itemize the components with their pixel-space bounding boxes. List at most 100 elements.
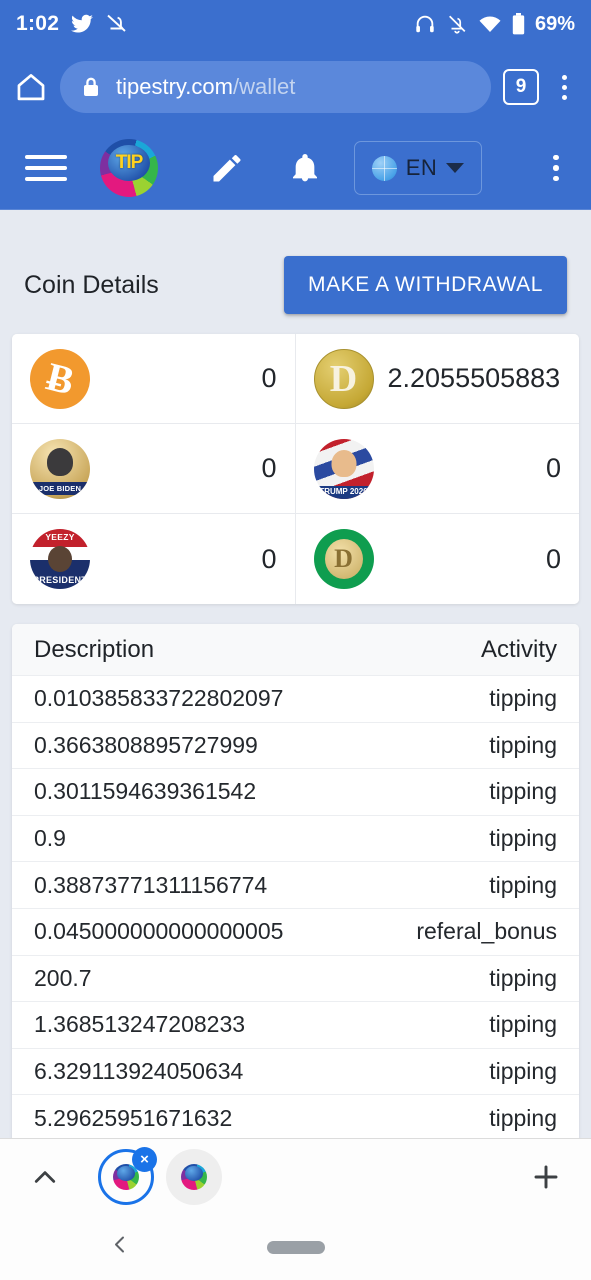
- row-description: 0.9: [34, 825, 66, 852]
- table-row[interactable]: 5.29625951671632 tipping: [12, 1095, 579, 1138]
- coin-card-joe-biden[interactable]: JOE BIDEN 0: [12, 424, 296, 514]
- coin-card-dogecoin[interactable]: D 2.2055505883188: [295, 334, 579, 424]
- yeezy-label-bottom: PRESIDENT: [32, 575, 88, 585]
- twitter-icon: [70, 12, 94, 36]
- status-time: 1:02: [16, 12, 60, 35]
- url-domain: tipestry.com: [116, 74, 233, 99]
- hamburger-icon[interactable]: [18, 155, 74, 181]
- table-row[interactable]: 0.38873771311156774 tipping: [12, 862, 579, 909]
- row-activity: tipping: [489, 1011, 557, 1038]
- row-activity: referal_bonus: [416, 918, 557, 945]
- table-row[interactable]: 0.045000000000000005 referal_bonus: [12, 909, 579, 956]
- language-label: EN: [405, 155, 438, 180]
- app-overflow-menu[interactable]: [539, 154, 573, 182]
- table-row[interactable]: 0.3011594639361542 tipping: [12, 769, 579, 816]
- bell-icon[interactable]: [274, 152, 336, 184]
- browser-tab-strip: ×: [0, 1138, 591, 1214]
- table-row[interactable]: 200.7 tipping: [12, 956, 579, 1003]
- bitcoin-icon: Ƀ: [30, 348, 90, 409]
- dogecoin-glyph: D: [329, 357, 358, 400]
- coin-details-header: Coin Details MAKE A WITHDRAWAL: [0, 210, 591, 334]
- yeezy-portrait: [48, 546, 72, 572]
- row-description: 0.3011594639361542: [34, 778, 257, 805]
- coin-card-yeezy[interactable]: YEEZY PRESIDENT 0: [12, 514, 296, 604]
- row-description: 0.045000000000000005: [34, 918, 284, 945]
- dogecoin-balance: 2.2055505883188: [387, 363, 562, 393]
- row-description: 200.7: [34, 964, 92, 991]
- tab-thumbnail-active[interactable]: ×: [98, 1146, 157, 1205]
- biden-label: JOE BIDEN: [30, 481, 90, 495]
- row-description: 6.329113924050634: [34, 1058, 244, 1085]
- yeezy-label-top: YEEZY: [45, 532, 75, 542]
- home-icon[interactable]: [14, 70, 48, 104]
- row-activity: tipping: [489, 778, 557, 805]
- row-description: 0.38873771311156774: [34, 871, 268, 898]
- yeezy-president-coin-icon: YEEZY PRESIDENT: [30, 529, 90, 589]
- row-description: 1.368513247208233: [34, 1011, 246, 1038]
- url-path: /wallet: [232, 74, 296, 99]
- row-activity: tipping: [489, 1058, 557, 1085]
- plus-icon[interactable]: [523, 1161, 569, 1193]
- row-activity: tipping: [489, 731, 557, 758]
- battery-icon: [512, 13, 525, 35]
- status-bar-right: 69%: [414, 13, 575, 36]
- browser-toolbar: tipestry.com/wallet 9: [0, 48, 591, 126]
- column-header-description: Description: [34, 635, 155, 663]
- phone-screen: 1:02 69% tipestry.com/wallet 9 TIP EN Co…: [0, 0, 591, 1280]
- wifi-icon: [478, 14, 502, 34]
- dogecoin-icon: D: [313, 348, 374, 409]
- home-pill-icon[interactable]: [266, 1240, 325, 1254]
- coin-card-bitcoin[interactable]: Ƀ 0: [12, 334, 296, 424]
- bell-off-icon: [446, 13, 468, 35]
- back-chevron-icon[interactable]: [108, 1233, 132, 1262]
- status-bar: 1:02 69%: [0, 0, 591, 48]
- green-doge-inner: D: [324, 539, 363, 579]
- table-row[interactable]: 0.3663808895727999 tipping: [12, 723, 579, 770]
- table-header-row: Description Activity: [12, 624, 579, 676]
- row-activity: tipping: [489, 871, 557, 898]
- headphones-icon: [414, 13, 436, 35]
- language-selector[interactable]: EN: [354, 141, 482, 195]
- chevron-up-icon[interactable]: [22, 1162, 68, 1192]
- coin-card-green-doge[interactable]: D 0: [295, 514, 579, 604]
- chevron-down-icon: [446, 163, 465, 173]
- trump-label: TRUMP 2020: [313, 486, 374, 499]
- row-description: 0.010385833722802097: [34, 685, 284, 712]
- row-activity: tipping: [489, 964, 557, 991]
- pencil-icon[interactable]: [196, 150, 258, 186]
- trump-2020-coin-icon: TRUMP 2020: [313, 438, 374, 499]
- browser-menu-button[interactable]: [551, 74, 577, 100]
- table-row[interactable]: 0.9 tipping: [12, 816, 579, 863]
- tab-counter-button[interactable]: 9: [503, 69, 539, 105]
- logo-text: TIP: [115, 152, 144, 173]
- joe-biden-coin-icon: JOE BIDEN: [30, 438, 90, 499]
- table-row[interactable]: 6.329113924050634 tipping: [12, 1049, 579, 1096]
- joe-biden-balance: 0: [261, 453, 277, 483]
- url-bar[interactable]: tipestry.com/wallet: [60, 61, 491, 113]
- coin-card-trump[interactable]: TRUMP 2020 0: [295, 424, 579, 514]
- green-doge-glyph: D: [334, 544, 353, 573]
- make-withdrawal-button[interactable]: MAKE A WITHDRAWAL: [283, 256, 567, 314]
- trump-portrait: [331, 449, 356, 477]
- close-icon[interactable]: ×: [132, 1146, 157, 1172]
- green-doge-balance: 0: [545, 543, 561, 574]
- page-title: Coin Details: [24, 270, 159, 299]
- transactions-table: Description Activity 0.01038583372280209…: [12, 624, 579, 1138]
- table-row[interactable]: 0.010385833722802097 tipping: [12, 676, 579, 723]
- tab-favicon: [181, 1163, 207, 1190]
- url-text: tipestry.com/wallet: [116, 74, 295, 100]
- green-doge-coin-icon: D: [313, 529, 374, 589]
- tipestry-logo[interactable]: TIP: [100, 139, 158, 197]
- row-description: 5.29625951671632: [34, 1104, 233, 1131]
- app-header: TIP EN: [0, 126, 591, 210]
- bitcoin-balance: 0: [261, 363, 277, 393]
- row-description: 0.3663808895727999: [34, 731, 258, 758]
- globe-icon: [371, 155, 397, 181]
- coin-balance-grid: Ƀ 0 D 2.2055505883188 JOE BIDEN 0 TRUMP …: [12, 334, 579, 604]
- battery-percent: 69%: [534, 12, 575, 35]
- column-header-activity: Activity: [480, 635, 557, 663]
- table-row[interactable]: 1.368513247208233 tipping: [12, 1002, 579, 1049]
- status-bar-left: 1:02: [16, 12, 129, 36]
- yeezy-balance: 0: [261, 543, 277, 574]
- tab-thumbnail-inactive[interactable]: [166, 1148, 222, 1205]
